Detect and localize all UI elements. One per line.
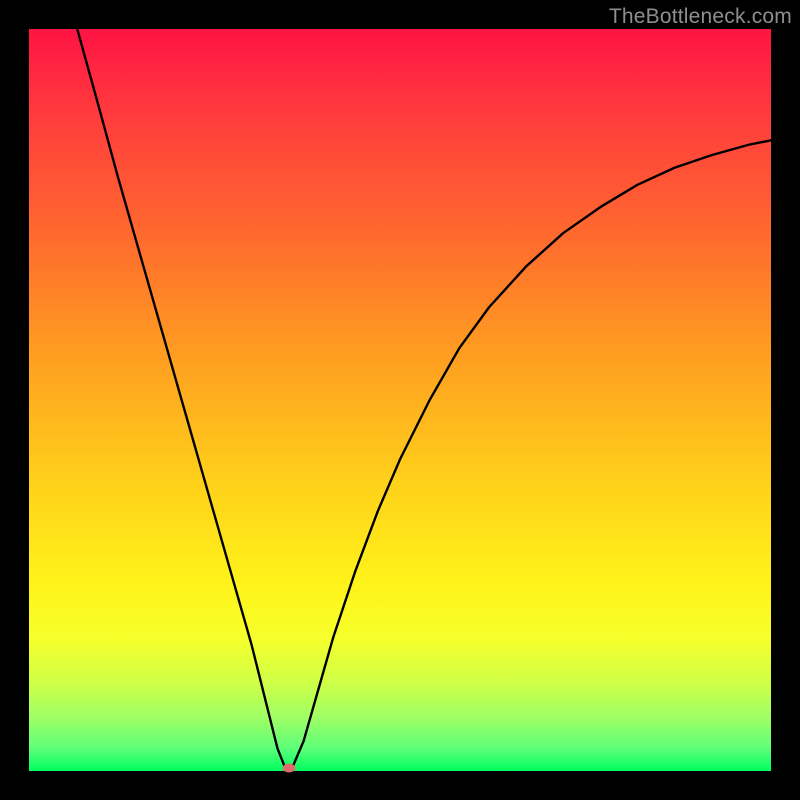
v-curve: [29, 29, 771, 771]
plot-area: [29, 29, 771, 771]
watermark-text: TheBottleneck.com: [609, 5, 792, 29]
data-marker: [282, 764, 295, 773]
chart-frame: TheBottleneck.com: [0, 0, 800, 800]
